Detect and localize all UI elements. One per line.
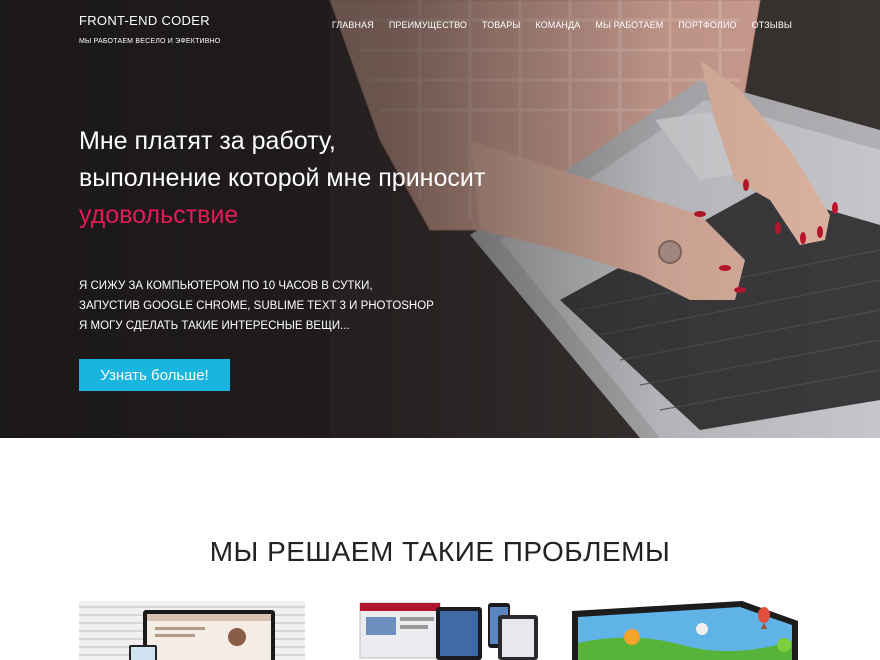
nav-item-products[interactable]: ТОВАРЫ [482,20,520,30]
logo-title: FRONT-END CODER [79,13,210,28]
hero-headline-line: Мне платят за работу, [79,127,336,155]
creative-tablet-image [572,601,798,660]
hero-section: FRONT-END CODER МЫ РАБОТАЕМ ВЕСЕЛО И ЭФЕ… [0,0,880,438]
main-nav: ГЛАВНАЯ ПРЕИМУЩЕСТВО ТОВАРЫ КОМАНДА МЫ Р… [332,20,792,30]
nav-item-home[interactable]: ГЛАВНАЯ [332,20,374,30]
website-monitor-image [79,601,305,660]
learn-more-button[interactable]: Узнать больше! [79,359,230,391]
problem-card-image-3[interactable] [572,601,798,660]
nav-item-advantages[interactable]: ПРЕИМУЩЕСТВО [389,20,467,30]
hero-headline: Мне платят за работу, выполнение которой… [79,123,485,234]
problem-card-image-2[interactable] [338,601,544,660]
hero-subtext-line: Я МОГУ СДЕЛАТЬ ТАКИЕ ИНТЕРЕСНЫЕ ВЕЩИ... [79,320,350,332]
hero-subtext-line: ЗАПУСТИВ GOOGLE CHROME, SUBLIME TEXT 3 И… [79,300,434,312]
nav-item-we-work[interactable]: МЫ РАБОТАЕМ [595,20,663,30]
hero-subtext-line: Я СИЖУ ЗА КОМПЬЮТЕРОМ ПО 10 ЧАСОВ В СУТК… [79,280,373,292]
problem-card-image-1[interactable] [79,601,305,660]
nav-item-team[interactable]: КОМАНДА [535,20,580,30]
nav-item-portfolio[interactable]: ПОРТФОЛИО [678,20,736,30]
site-logo[interactable]: FRONT-END CODER МЫ РАБОТАЕМ ВЕСЕЛО И ЭФЕ… [79,13,221,45]
problems-section-title: МЫ РЕШАЕМ ТАКИЕ ПРОБЛЕМЫ [209,536,671,567]
hero-headline-accent: удовольствие [79,201,239,229]
nav-item-reviews[interactable]: ОТЗЫВЫ [752,20,792,30]
logo-tagline: МЫ РАБОТАЕМ ВЕСЕЛО И ЭФЕКТИВНО [79,38,221,45]
hero-headline-line: выполнение которой мне приносит [79,164,486,192]
hero-subtext: Я СИЖУ ЗА КОМПЬЮТЕРОМ ПО 10 ЧАСОВ В СУТК… [79,276,434,336]
devices-image [338,601,544,660]
